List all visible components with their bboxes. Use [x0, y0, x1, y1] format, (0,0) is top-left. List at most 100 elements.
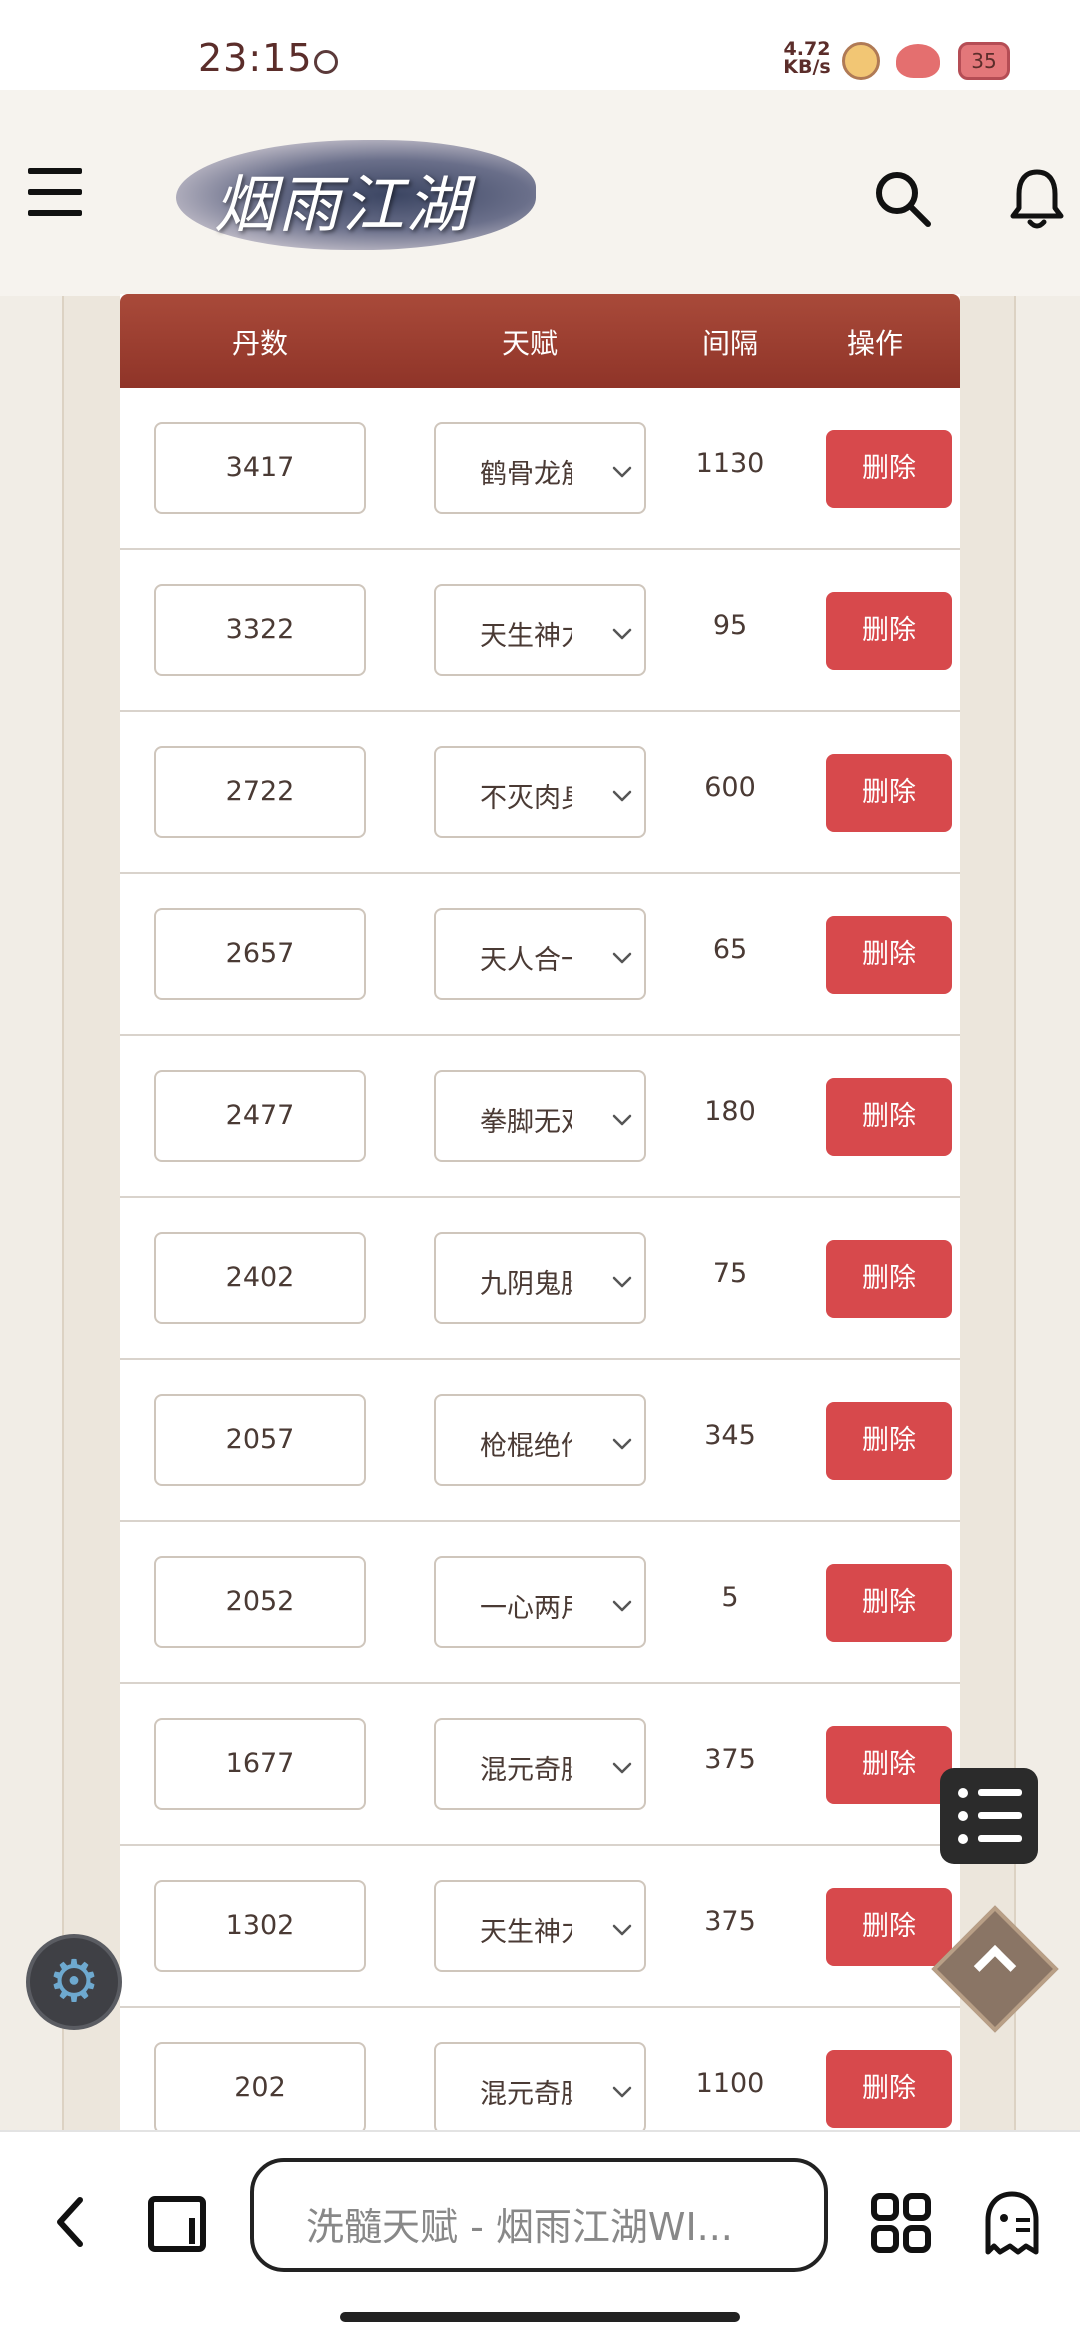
- pill-count-input[interactable]: 1302: [154, 1880, 366, 1972]
- back-arrow-icon[interactable]: [50, 2192, 90, 2252]
- table-row: 2657 天人合一 65 删除: [120, 874, 960, 1036]
- chevron-down-icon: [612, 628, 632, 640]
- interval-value: 375: [704, 1906, 756, 1937]
- talent-select-value: 天生神力: [480, 1917, 572, 1946]
- interval-value: 180: [704, 1096, 756, 1127]
- talent-select-value: 不灭肉身: [480, 783, 572, 812]
- table-of-contents-button[interactable]: [940, 1768, 1038, 1864]
- chevron-down-icon: [612, 1600, 632, 1612]
- battery-icon: 35: [958, 42, 1010, 80]
- site-header: 烟雨江湖: [0, 90, 1080, 296]
- talent-select[interactable]: 枪棍绝伦: [434, 1394, 646, 1486]
- talent-select-value: 天人合一: [480, 945, 572, 974]
- interval-value: 1130: [695, 448, 765, 479]
- talent-select[interactable]: 天人合一: [434, 908, 646, 1000]
- interval-value: 75: [712, 1258, 748, 1289]
- hamburger-menu-icon[interactable]: [28, 168, 82, 216]
- interval-value: 65: [712, 934, 748, 965]
- talent-select[interactable]: 不灭肉身: [434, 746, 646, 838]
- table-header: 丹数 天赋 间隔 操作: [120, 294, 960, 388]
- talent-select-value: 九阴鬼脉: [480, 1269, 572, 1298]
- interval-value: 600: [704, 772, 756, 803]
- talent-select[interactable]: 混元奇脉: [434, 1718, 646, 1810]
- table-row: 2477 拳脚无双 180 删除: [120, 1036, 960, 1198]
- interval-value: 95: [712, 610, 748, 641]
- site-logo[interactable]: 烟雨江湖: [176, 140, 536, 250]
- column-header-count: 丹数: [231, 327, 288, 360]
- pill-count-input[interactable]: 2402: [154, 1232, 366, 1324]
- delete-button[interactable]: 删除: [826, 1240, 952, 1318]
- table-row: 3417 鹤骨龙筋 1130 删除: [120, 388, 960, 550]
- delete-button[interactable]: 删除: [826, 916, 952, 994]
- pill-count-input[interactable]: 2057: [154, 1394, 366, 1486]
- talent-select[interactable]: 九阴鬼脉: [434, 1232, 646, 1324]
- talent-select[interactable]: 天生神力: [434, 1880, 646, 1972]
- pill-count-input[interactable]: 2052: [154, 1556, 366, 1648]
- table-row: 2722 不灭肉身 600 删除: [120, 712, 960, 874]
- network-speed: 4.72 KB/s: [778, 40, 836, 77]
- column-header-interval: 间隔: [701, 327, 758, 360]
- status-time: 23:15: [198, 36, 313, 80]
- status-bar: 23:15 4.72 KB/s 35: [0, 0, 1080, 90]
- address-bar-title: 洗髓天赋 - 烟雨江湖WI...: [306, 2205, 733, 2249]
- table-row: 202 混元奇脉 1100 删除: [120, 2008, 960, 2130]
- talent-select-value: 枪棍绝伦: [480, 1431, 572, 1460]
- chevron-up-icon: [973, 1944, 1017, 1988]
- chevron-down-icon: [612, 952, 632, 964]
- talent-select-value: 一心两用: [480, 1593, 572, 1622]
- chevron-down-icon: [612, 1114, 632, 1126]
- delete-button[interactable]: 删除: [826, 1564, 952, 1642]
- table-row: 2057 枪棍绝伦 345 删除: [120, 1360, 960, 1522]
- table-row: 1677 混元奇脉 375 删除: [120, 1684, 960, 1846]
- ghost-mode-icon[interactable]: [982, 2190, 1042, 2256]
- delete-button[interactable]: 删除: [826, 1078, 952, 1156]
- chevron-down-icon: [612, 1276, 632, 1288]
- settings-gear-icon[interactable]: ⚙: [26, 1934, 122, 2030]
- delete-button[interactable]: 删除: [826, 592, 952, 670]
- pill-count-input[interactable]: 3322: [154, 584, 366, 676]
- interval-value: 5: [721, 1582, 739, 1613]
- table-row: 1302 天生神力 375 删除: [120, 1846, 960, 2008]
- chevron-down-icon: [612, 1438, 632, 1450]
- talent-select-value: 天生神力: [480, 621, 572, 650]
- logo-text: 烟雨江湖: [214, 168, 471, 241]
- home-indicator[interactable]: [340, 2312, 740, 2322]
- talent-table: 丹数 天赋 间隔 操作 3417鹤骨龙筋1130删除3322天生神力95删除27…: [120, 294, 960, 2130]
- delete-button[interactable]: 删除: [826, 2050, 952, 2128]
- browser-toolbar: 洗髓天赋 - 烟雨江湖WI...: [0, 2130, 1080, 2340]
- talent-select-value: 拳脚无双: [480, 1107, 572, 1136]
- delete-button[interactable]: 删除: [826, 430, 952, 508]
- chevron-down-icon: [612, 790, 632, 802]
- talent-select[interactable]: 拳脚无双: [434, 1070, 646, 1162]
- chevron-down-icon: [612, 2086, 632, 2098]
- pill-count-input[interactable]: 1677: [154, 1718, 366, 1810]
- talent-select[interactable]: 天生神力: [434, 584, 646, 676]
- pill-count-input[interactable]: 202: [154, 2042, 366, 2130]
- pill-count-input[interactable]: 2657: [154, 908, 366, 1000]
- talent-select-value: 鹤骨龙筋: [480, 459, 572, 488]
- delete-button[interactable]: 删除: [826, 1402, 952, 1480]
- talent-select[interactable]: 鹤骨龙筋: [434, 422, 646, 514]
- interval-value: 1100: [695, 2068, 765, 2099]
- talent-select-value: 混元奇脉: [480, 1755, 572, 1784]
- talent-select[interactable]: 一心两用: [434, 1556, 646, 1648]
- chevron-down-icon: [612, 1762, 632, 1774]
- delete-button[interactable]: 删除: [826, 1888, 952, 1966]
- pill-count-input[interactable]: 2477: [154, 1070, 366, 1162]
- search-icon[interactable]: [872, 168, 932, 228]
- talent-select[interactable]: 混元奇脉: [434, 2042, 646, 2130]
- column-header-talent: 天赋: [501, 327, 558, 360]
- tabs-icon[interactable]: [148, 2196, 206, 2252]
- interval-value: 345: [704, 1420, 756, 1451]
- chevron-down-icon: [612, 466, 632, 478]
- pill-count-input[interactable]: 3417: [154, 422, 366, 514]
- delete-button[interactable]: 删除: [826, 754, 952, 832]
- bell-icon[interactable]: [1008, 166, 1066, 230]
- address-bar[interactable]: 洗髓天赋 - 烟雨江湖WI...: [250, 2158, 828, 2272]
- sync-icon: [314, 50, 338, 74]
- delete-button[interactable]: 删除: [826, 1726, 952, 1804]
- table-row: 2402 九阴鬼脉 75 删除: [120, 1198, 960, 1360]
- apps-grid-icon[interactable]: [870, 2192, 932, 2254]
- pill-count-input[interactable]: 2722: [154, 746, 366, 838]
- notification-badge-icon: [842, 42, 880, 80]
